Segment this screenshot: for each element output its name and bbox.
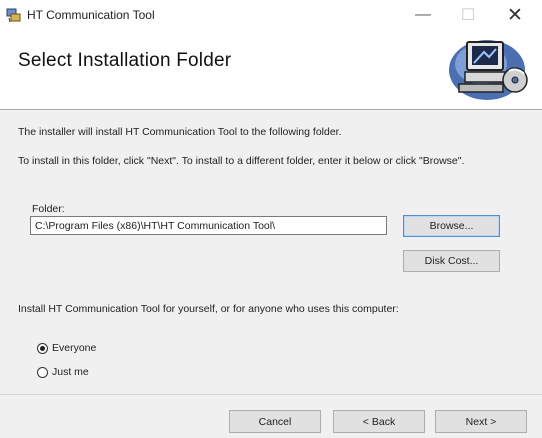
radio-selected-icon[interactable]: [37, 342, 48, 354]
installer-window: HT Communication Tool — ☐ ✕ Select Insta…: [0, 0, 542, 438]
close-button[interactable]: ✕: [500, 3, 530, 27]
window-title: HT Communication Tool: [27, 8, 155, 22]
next-button[interactable]: Next >: [435, 410, 527, 433]
title-bar[interactable]: HT Communication Tool — ☐ ✕: [0, 0, 542, 30]
computer-disk-icon: [449, 40, 528, 100]
page-title: Select Installation Folder: [18, 50, 232, 71]
cancel-button[interactable]: Cancel: [229, 410, 321, 433]
header-banner: Select Installation Folder: [0, 30, 542, 110]
back-button[interactable]: < Back: [333, 410, 425, 433]
installer-app-icon: [6, 8, 21, 23]
minimize-button[interactable]: —: [408, 3, 438, 27]
radio-everyone-label: Everyone: [52, 342, 97, 354]
radio-everyone[interactable]: Everyone: [37, 342, 96, 354]
intro-text: The installer will install HT Communicat…: [18, 126, 342, 138]
minimize-icon: —: [415, 6, 431, 23]
folder-label: Folder:: [32, 203, 65, 215]
close-icon: ✕: [507, 4, 523, 26]
maximize-icon: ☐: [460, 7, 476, 24]
instructions-text: To install in this folder, click "Next".…: [18, 155, 465, 167]
radio-just-me-label: Just me: [52, 366, 89, 378]
install-for-prompt: Install HT Communication Tool for yourse…: [18, 303, 399, 315]
maximize-button: ☐: [453, 3, 483, 27]
disk-cost-button[interactable]: Disk Cost...: [403, 250, 500, 272]
radio-unselected-icon[interactable]: [37, 366, 48, 378]
browse-button[interactable]: Browse...: [403, 215, 500, 237]
radio-just-me[interactable]: Just me: [37, 366, 89, 378]
folder-path-input[interactable]: [30, 216, 387, 235]
